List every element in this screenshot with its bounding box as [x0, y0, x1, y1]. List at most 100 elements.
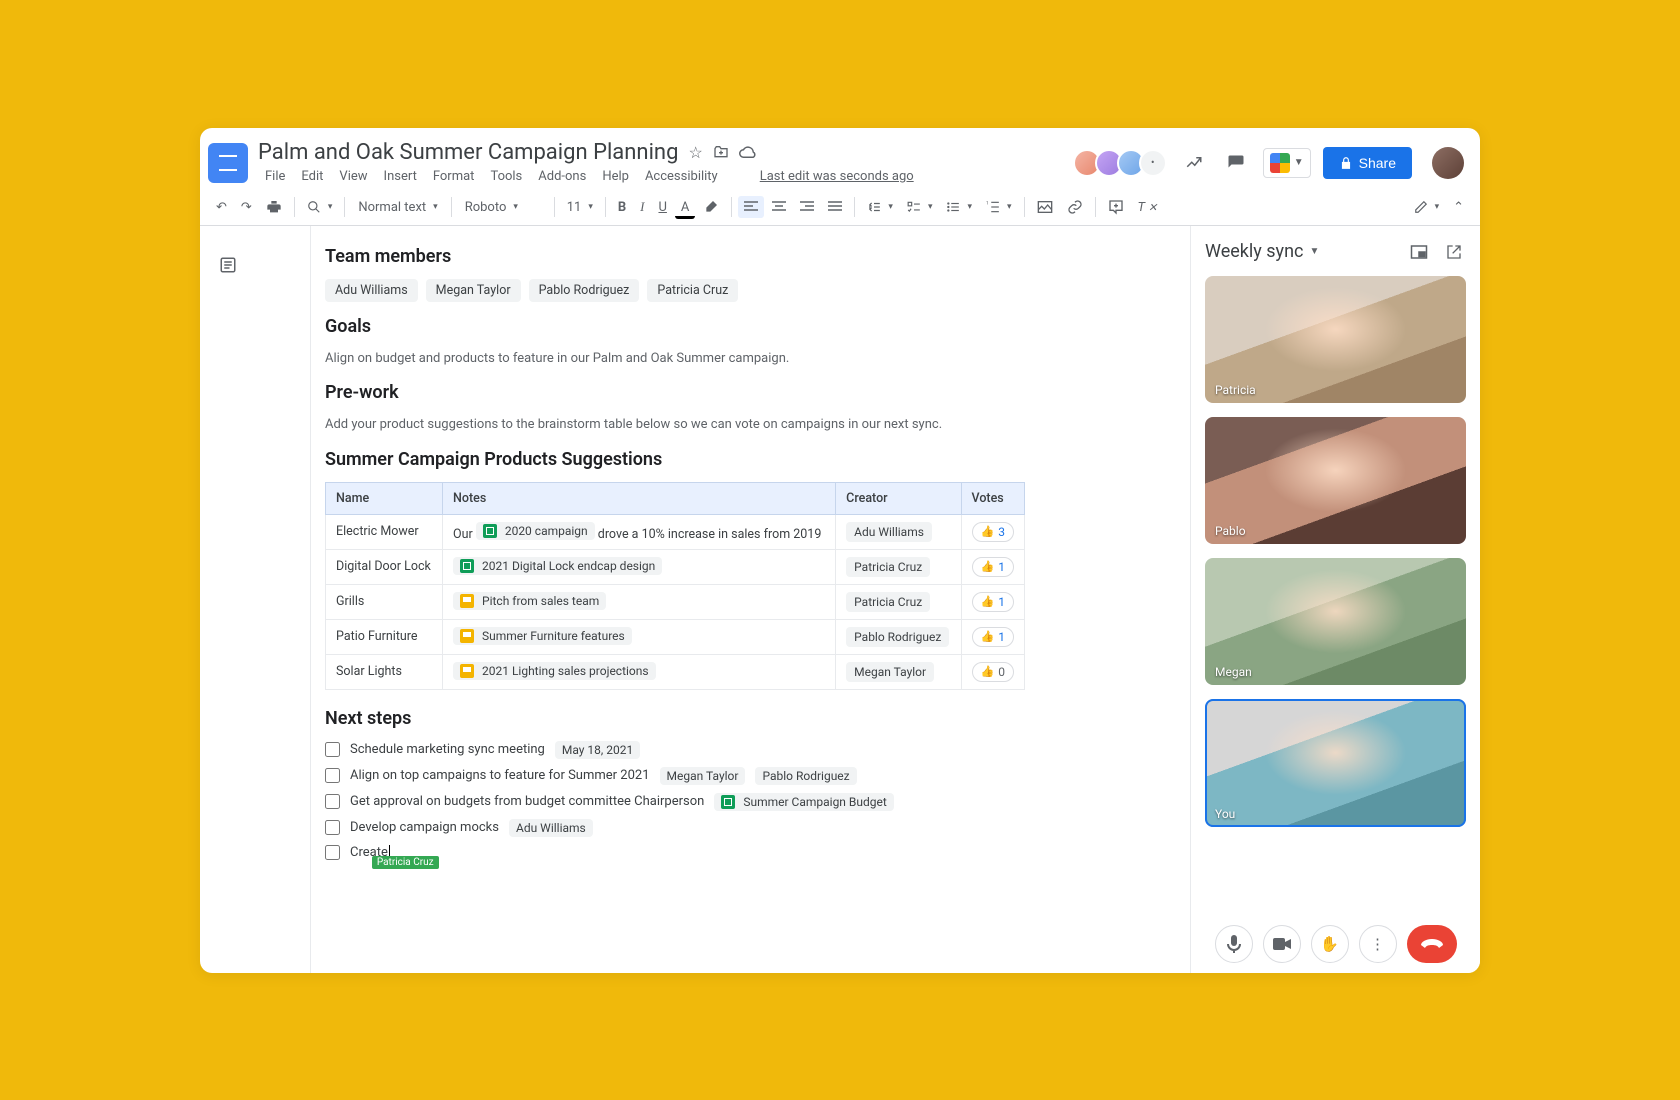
meet-title[interactable]: Weekly sync	[1205, 241, 1303, 262]
more-options-button[interactable]: ⋮	[1359, 925, 1397, 963]
checkbox[interactable]	[325, 820, 340, 835]
paragraph-style-dropdown[interactable]: Normal text	[351, 194, 444, 221]
video-tile[interactable]: Patricia	[1205, 276, 1466, 403]
person-chip[interactable]: Patricia Cruz	[846, 557, 930, 577]
menu-format[interactable]: Format	[426, 167, 482, 186]
menu-addons[interactable]: Add-ons	[531, 167, 593, 186]
vote-button[interactable]: 👍1	[972, 557, 1014, 577]
end-call-button[interactable]	[1407, 925, 1457, 963]
activity-icon[interactable]	[1179, 148, 1209, 178]
thumb-up-icon: 👍	[981, 665, 995, 678]
bold-button[interactable]: B	[612, 195, 632, 220]
share-button[interactable]: Share	[1323, 147, 1412, 179]
camera-button[interactable]	[1263, 925, 1301, 963]
video-tile[interactable]: Pablo	[1205, 417, 1466, 544]
smart-chip[interactable]: Megan Taylor	[660, 767, 746, 785]
profile-avatar[interactable]	[1432, 147, 1464, 179]
font-dropdown[interactable]: Roboto	[458, 194, 548, 221]
smart-chip[interactable]: Summer Furniture features	[453, 627, 632, 645]
edit-mode-button[interactable]	[1408, 195, 1446, 219]
vote-button[interactable]: 👍0	[972, 662, 1014, 682]
pip-icon[interactable]	[1406, 240, 1432, 264]
clear-format-button[interactable]: T✕	[1132, 195, 1164, 220]
avatar-more[interactable]: •	[1139, 149, 1167, 177]
person-chip[interactable]: Pablo Rodriguez	[529, 279, 640, 302]
line-spacing-button[interactable]	[861, 195, 899, 219]
collaborator-avatars[interactable]: •	[1079, 149, 1167, 177]
smart-chip[interactable]: Pitch from sales team	[453, 592, 606, 610]
align-justify-button[interactable]	[822, 196, 848, 218]
video-tile[interactable]: You	[1205, 699, 1466, 826]
align-right-button[interactable]	[794, 196, 820, 218]
checkbox[interactable]	[325, 742, 340, 757]
bulleted-list-button[interactable]	[940, 195, 978, 219]
smart-chip[interactable]: 2021 Digital Lock endcap design	[453, 557, 662, 575]
person-chip[interactable]: Pablo Rodriguez	[846, 627, 949, 647]
align-left-button[interactable]	[738, 196, 764, 218]
participant-name: You	[1215, 807, 1235, 821]
thumb-up-icon: 👍	[981, 560, 995, 573]
doc-title[interactable]: Palm and Oak Summer Campaign Planning	[258, 140, 678, 165]
text-color-button[interactable]: A	[675, 195, 695, 219]
person-chip[interactable]: Adu Williams	[325, 279, 418, 302]
highlight-button[interactable]	[697, 194, 725, 220]
menu-edit[interactable]: Edit	[294, 167, 330, 186]
raise-hand-button[interactable]: ✋	[1311, 925, 1349, 963]
docs-logo-icon[interactable]	[208, 143, 248, 183]
undo-button[interactable]: ↶	[210, 195, 233, 220]
vote-button[interactable]: 👍3	[972, 522, 1014, 542]
vote-button[interactable]: 👍1	[972, 627, 1014, 647]
print-button[interactable]	[260, 194, 288, 220]
font-size-dropdown[interactable]: 11	[561, 195, 599, 220]
smart-chip[interactable]: 2020 campaign	[476, 522, 595, 540]
smart-chip[interactable]: Pablo Rodriguez	[755, 767, 856, 785]
person-chip[interactable]: Adu Williams	[846, 522, 932, 542]
checkbox[interactable]	[325, 768, 340, 783]
collapse-toolbar-button[interactable]: ⌃	[1447, 195, 1470, 220]
menu-help[interactable]: Help	[595, 167, 636, 186]
meet-panel: Weekly sync ▼ Patricia Pablo Megan You ✋	[1190, 226, 1480, 973]
video-tile[interactable]: Megan	[1205, 558, 1466, 685]
underline-button[interactable]: U	[652, 195, 672, 220]
cloud-status-icon[interactable]	[739, 145, 757, 159]
person-chip[interactable]: Patricia Cruz	[846, 592, 930, 612]
zoom-dropdown[interactable]	[301, 195, 339, 219]
smart-chip[interactable]: Adu Williams	[509, 819, 593, 837]
insert-link-button[interactable]	[1061, 194, 1089, 220]
document-canvas[interactable]: Team members Adu WilliamsMegan TaylorPab…	[255, 226, 1190, 973]
meet-present-button[interactable]: ▼	[1263, 148, 1311, 178]
table-row: Solar Lights2021 Lighting sales projecti…	[326, 654, 1025, 689]
person-chip[interactable]: Megan Taylor	[846, 662, 934, 682]
checkbox[interactable]	[325, 794, 340, 809]
menu-accessibility[interactable]: Accessibility	[638, 167, 725, 186]
smart-chip[interactable]: 2021 Lighting sales projections	[453, 662, 656, 680]
align-center-button[interactable]	[766, 196, 792, 218]
person-chip[interactable]: Megan Taylor	[426, 279, 521, 302]
smart-chip[interactable]: May 18, 2021	[555, 741, 640, 759]
votes-cell: 👍0	[961, 654, 1024, 689]
star-icon[interactable]: ☆	[688, 143, 702, 162]
person-chip[interactable]: Patricia Cruz	[647, 279, 738, 302]
chevron-down-icon[interactable]: ▼	[1309, 246, 1319, 257]
checkbox[interactable]	[325, 845, 340, 860]
last-edit-link[interactable]: Last edit was seconds ago	[753, 167, 921, 186]
menu-file[interactable]: File	[258, 167, 292, 186]
popout-icon[interactable]	[1442, 240, 1466, 264]
move-icon[interactable]	[713, 144, 729, 160]
insert-image-button[interactable]	[1031, 195, 1059, 219]
checklist-button[interactable]	[901, 195, 939, 219]
vote-button[interactable]: 👍1	[972, 592, 1014, 612]
menu-insert[interactable]: Insert	[377, 167, 424, 186]
table-header: Votes	[961, 482, 1024, 514]
mic-button[interactable]	[1215, 925, 1253, 963]
menu-view[interactable]: View	[332, 167, 374, 186]
menu-tools[interactable]: Tools	[483, 167, 529, 186]
redo-button[interactable]: ↷	[235, 195, 258, 220]
insert-comment-button[interactable]	[1102, 194, 1130, 220]
comments-icon[interactable]	[1221, 148, 1251, 178]
smart-chip[interactable]: Summer Campaign Budget	[714, 793, 893, 811]
thumb-up-icon: 👍	[981, 525, 995, 538]
outline-icon[interactable]	[219, 256, 237, 973]
numbered-list-button[interactable]: 1	[980, 195, 1018, 219]
italic-button[interactable]: I	[634, 194, 650, 220]
